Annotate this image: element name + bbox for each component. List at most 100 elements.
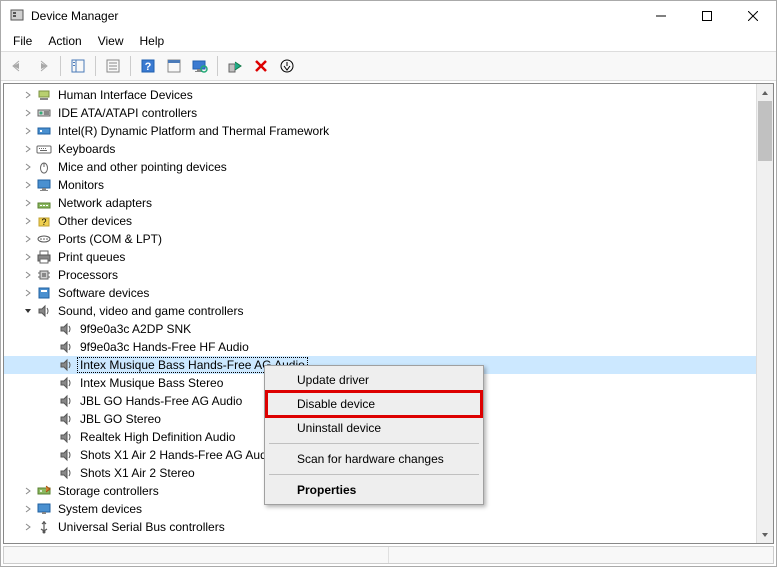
expand-arrow-icon[interactable] [22, 89, 34, 101]
toolbar-separator [60, 56, 61, 76]
tree-item[interactable]: Software devices [4, 284, 756, 302]
back-button[interactable] [5, 54, 29, 78]
tree-item-label: Intel(R) Dynamic Platform and Thermal Fr… [56, 124, 331, 138]
tree-item-label: Software devices [56, 286, 151, 300]
window-controls [638, 1, 776, 31]
toolbar: ? [1, 51, 776, 81]
tree-item[interactable]: Keyboards [4, 140, 756, 158]
network-icon [36, 195, 52, 211]
expand-arrow-icon[interactable] [22, 521, 34, 533]
sound-icon [58, 411, 74, 427]
status-cell [4, 547, 389, 563]
expand-arrow-icon[interactable] [22, 503, 34, 515]
sound-icon [36, 303, 52, 319]
svg-text:?: ? [145, 61, 152, 73]
expand-arrow-icon[interactable] [22, 197, 34, 209]
tree-item-label: Intex Musique Bass Stereo [78, 376, 225, 390]
forward-button[interactable] [31, 54, 55, 78]
update-driver-button[interactable] [275, 54, 299, 78]
tree-item[interactable]: IDE ATA/ATAPI controllers [4, 104, 756, 122]
app-icon [9, 8, 25, 24]
tree-item[interactable]: Network adapters [4, 194, 756, 212]
tree-item-label: Human Interface Devices [56, 88, 195, 102]
tree-item-label: Mice and other pointing devices [56, 160, 229, 174]
context-disable-device[interactable]: Disable device [267, 392, 481, 416]
tree-item[interactable]: 9f9e0a3c Hands-Free HF Audio [4, 338, 756, 356]
tree-item[interactable]: Universal Serial Bus controllers [4, 518, 756, 536]
menu-view[interactable]: View [90, 32, 132, 50]
enable-button[interactable] [223, 54, 247, 78]
window-title: Device Manager [31, 9, 638, 23]
action-button[interactable] [162, 54, 186, 78]
tree-item-label: Processors [56, 268, 120, 282]
scan-button[interactable] [188, 54, 212, 78]
help-button[interactable]: ? [136, 54, 160, 78]
vertical-scrollbar[interactable] [756, 84, 773, 543]
expand-arrow-icon[interactable] [22, 269, 34, 281]
expand-arrow-icon[interactable] [22, 143, 34, 155]
monitor-icon [36, 177, 52, 193]
tree-item[interactable]: Monitors [4, 176, 756, 194]
tree-item[interactable]: Intel(R) Dynamic Platform and Thermal Fr… [4, 122, 756, 140]
close-button[interactable] [730, 1, 776, 31]
sound-icon [58, 375, 74, 391]
keyboard-icon [36, 141, 52, 157]
storage-icon [36, 483, 52, 499]
menu-file[interactable]: File [5, 32, 40, 50]
tree-item-label: Realtek High Definition Audio [78, 430, 237, 444]
menu-action[interactable]: Action [40, 32, 89, 50]
tree-item-label: Shots X1 Air 2 Hands-Free AG Audio [78, 448, 278, 462]
tree-item[interactable]: Mice and other pointing devices [4, 158, 756, 176]
tree-item[interactable]: Sound, video and game controllers [4, 302, 756, 320]
menu-help[interactable]: Help [132, 32, 173, 50]
context-scan-hardware[interactable]: Scan for hardware changes [267, 447, 481, 471]
tree-item[interactable]: ? Other devices [4, 212, 756, 230]
tree-item[interactable]: Ports (COM & LPT) [4, 230, 756, 248]
tree-item-label: Storage controllers [56, 484, 161, 498]
context-separator [269, 443, 479, 444]
expand-arrow-icon[interactable] [22, 107, 34, 119]
expand-arrow-icon[interactable] [22, 179, 34, 191]
scroll-up-button[interactable] [757, 84, 773, 101]
expand-arrow-icon[interactable] [22, 251, 34, 263]
show-hide-tree-button[interactable] [66, 54, 90, 78]
properties-button[interactable] [101, 54, 125, 78]
tree-item-label: JBL GO Stereo [78, 412, 163, 426]
context-uninstall-device[interactable]: Uninstall device [267, 416, 481, 440]
sound-icon [58, 465, 74, 481]
toolbar-separator [130, 56, 131, 76]
tree-item-label: 9f9e0a3c Hands-Free HF Audio [78, 340, 251, 354]
expand-arrow-icon[interactable] [22, 215, 34, 227]
tree-item[interactable]: Processors [4, 266, 756, 284]
intel-icon [36, 123, 52, 139]
tree-item[interactable]: 9f9e0a3c A2DP SNK [4, 320, 756, 338]
context-menu: Update driver Disable device Uninstall d… [264, 365, 484, 505]
scroll-thumb[interactable] [758, 101, 772, 161]
tree-item[interactable]: Print queues [4, 248, 756, 266]
expand-arrow-icon[interactable] [22, 233, 34, 245]
context-properties[interactable]: Properties [267, 478, 481, 502]
expand-arrow-icon[interactable] [22, 287, 34, 299]
scroll-down-button[interactable] [757, 526, 773, 543]
expand-arrow-icon[interactable] [22, 161, 34, 173]
sound-icon [58, 321, 74, 337]
maximize-button[interactable] [684, 1, 730, 31]
expand-arrow-icon[interactable] [22, 485, 34, 497]
tree-item-label: Shots X1 Air 2 Stereo [78, 466, 197, 480]
expand-arrow-icon[interactable] [22, 125, 34, 137]
tree-item-label: Sound, video and game controllers [56, 304, 245, 318]
minimize-button[interactable] [638, 1, 684, 31]
sound-icon [58, 447, 74, 463]
context-update-driver[interactable]: Update driver [267, 368, 481, 392]
tree-item-label: Other devices [56, 214, 134, 228]
tree-item[interactable]: Human Interface Devices [4, 86, 756, 104]
collapse-arrow-icon[interactable] [22, 305, 34, 317]
tree-item-label: IDE ATA/ATAPI controllers [56, 106, 199, 120]
titlebar: Device Manager [1, 1, 776, 31]
sound-icon [58, 339, 74, 355]
tree-item-label: JBL GO Hands-Free AG Audio [78, 394, 244, 408]
statusbar [3, 546, 774, 564]
svg-text:?: ? [41, 217, 46, 227]
tree-item-label: Monitors [56, 178, 106, 192]
uninstall-button[interactable] [249, 54, 273, 78]
